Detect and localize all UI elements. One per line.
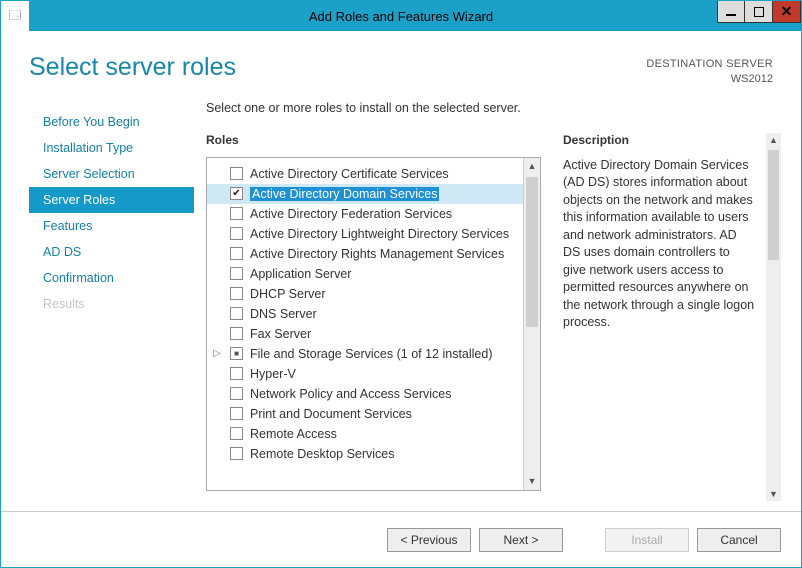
role-row[interactable]: Network Policy and Access Services: [207, 384, 523, 404]
role-row[interactable]: Active Directory Rights Management Servi…: [207, 244, 523, 264]
role-checkbox[interactable]: [230, 347, 243, 360]
role-row[interactable]: DNS Server: [207, 304, 523, 324]
scroll-down-icon[interactable]: ▼: [524, 473, 540, 490]
role-label: Application Server: [250, 267, 351, 281]
role-label: Active Directory Lightweight Directory S…: [250, 227, 509, 241]
close-button[interactable]: ✕: [773, 1, 801, 23]
next-button[interactable]: Next >: [479, 528, 563, 552]
content-columns: Roles Active Directory Certificate Servi…: [206, 133, 785, 511]
previous-button[interactable]: < Previous: [387, 528, 471, 552]
expander-icon[interactable]: ▷: [213, 348, 223, 359]
wizard-nav: Before You BeginInstallation TypeServer …: [29, 101, 194, 511]
role-checkbox[interactable]: [230, 167, 243, 180]
role-checkbox[interactable]: [230, 247, 243, 260]
cancel-button[interactable]: Cancel: [697, 528, 781, 552]
nav-item[interactable]: AD DS: [29, 239, 194, 265]
role-label: File and Storage Services (1 of 12 insta…: [250, 347, 493, 361]
role-row[interactable]: Print and Document Services: [207, 404, 523, 424]
role-checkbox[interactable]: [230, 227, 243, 240]
role-row[interactable]: Active Directory Lightweight Directory S…: [207, 224, 523, 244]
minimize-button[interactable]: [717, 1, 745, 23]
role-checkbox[interactable]: [230, 187, 243, 200]
role-row[interactable]: Fax Server: [207, 324, 523, 344]
maximize-button[interactable]: [745, 1, 773, 23]
scroll-thumb[interactable]: [526, 177, 538, 327]
scroll-down-icon[interactable]: ▼: [766, 486, 781, 501]
description-column: Description Active Directory Domain Serv…: [563, 133, 785, 511]
window-title: Add Roles and Features Wizard: [1, 9, 801, 24]
destination-label: DESTINATION SERVER: [646, 57, 773, 72]
role-label: Active Directory Rights Management Servi…: [250, 247, 504, 261]
destination-info: DESTINATION SERVER WS2012: [646, 53, 773, 87]
nav-item[interactable]: Installation Type: [29, 135, 194, 161]
wizard-body: Before You BeginInstallation TypeServer …: [1, 87, 801, 511]
roles-listbox: Active Directory Certificate Services Act…: [206, 157, 541, 491]
role-row[interactable]: DHCP Server: [207, 284, 523, 304]
destination-value: WS2012: [646, 72, 773, 87]
role-label: Print and Document Services: [250, 407, 412, 421]
role-checkbox[interactable]: [230, 447, 243, 460]
role-label: Active Directory Federation Services: [250, 207, 452, 221]
role-row[interactable]: Active Directory Certificate Services: [207, 164, 523, 184]
page-title: Select server roles: [29, 53, 236, 87]
titlebar[interactable]: 🗔 Add Roles and Features Wizard ✕: [1, 1, 801, 31]
role-checkbox[interactable]: [230, 207, 243, 220]
instruction-text: Select one or more roles to install on t…: [206, 101, 785, 115]
scroll-up-icon[interactable]: ▲: [766, 133, 781, 148]
role-checkbox[interactable]: [230, 327, 243, 340]
role-row[interactable]: Remote Access: [207, 424, 523, 444]
role-label: Active Directory Domain Services: [250, 187, 439, 201]
role-label: DHCP Server: [250, 287, 325, 301]
nav-item[interactable]: Features: [29, 213, 194, 239]
nav-item: Results: [29, 291, 194, 317]
role-checkbox[interactable]: [230, 307, 243, 320]
role-label: Hyper-V: [250, 367, 296, 381]
description-heading: Description: [563, 133, 755, 147]
nav-item[interactable]: Confirmation: [29, 265, 194, 291]
roles-heading: Roles: [206, 133, 541, 147]
role-checkbox[interactable]: [230, 387, 243, 400]
role-checkbox[interactable]: [230, 407, 243, 420]
scroll-up-icon[interactable]: ▲: [524, 158, 540, 175]
role-checkbox[interactable]: [230, 367, 243, 380]
role-checkbox[interactable]: [230, 267, 243, 280]
description-scrollbar[interactable]: ▲ ▼: [766, 133, 781, 501]
role-checkbox[interactable]: [230, 427, 243, 440]
role-label: Network Policy and Access Services: [250, 387, 451, 401]
role-label: Fax Server: [250, 327, 311, 341]
roles-scrollbar[interactable]: ▲ ▼: [523, 158, 540, 490]
roles-column: Roles Active Directory Certificate Servi…: [206, 133, 541, 511]
role-label: Remote Access: [250, 427, 337, 441]
roles-list[interactable]: Active Directory Certificate Services Act…: [207, 158, 523, 490]
header: Select server roles DESTINATION SERVER W…: [1, 31, 801, 87]
nav-item[interactable]: Server Selection: [29, 161, 194, 187]
wizard-footer: < Previous Next > Install Cancel: [1, 511, 801, 567]
role-checkbox[interactable]: [230, 287, 243, 300]
scroll-thumb[interactable]: [768, 150, 779, 260]
role-row[interactable]: Active Directory Domain Services: [207, 184, 523, 204]
role-label: DNS Server: [250, 307, 317, 321]
role-row[interactable]: ▷ File and Storage Services (1 of 12 inst…: [207, 344, 523, 364]
system-menu-icon[interactable]: 🗔: [1, 1, 29, 31]
nav-item[interactable]: Server Roles: [29, 187, 194, 213]
window-controls: ✕: [717, 1, 801, 23]
wizard-window: 🗔 Add Roles and Features Wizard ✕ Select…: [0, 0, 802, 568]
role-row[interactable]: Hyper-V: [207, 364, 523, 384]
nav-item[interactable]: Before You Begin: [29, 109, 194, 135]
role-label: Active Directory Certificate Services: [250, 167, 449, 181]
role-row[interactable]: Application Server: [207, 264, 523, 284]
description-text: Active Directory Domain Services (AD DS)…: [563, 157, 755, 332]
install-button: Install: [605, 528, 689, 552]
main-area: Select one or more roles to install on t…: [194, 101, 785, 511]
role-row[interactable]: Remote Desktop Services: [207, 444, 523, 464]
role-row[interactable]: Active Directory Federation Services: [207, 204, 523, 224]
role-label: Remote Desktop Services: [250, 447, 395, 461]
